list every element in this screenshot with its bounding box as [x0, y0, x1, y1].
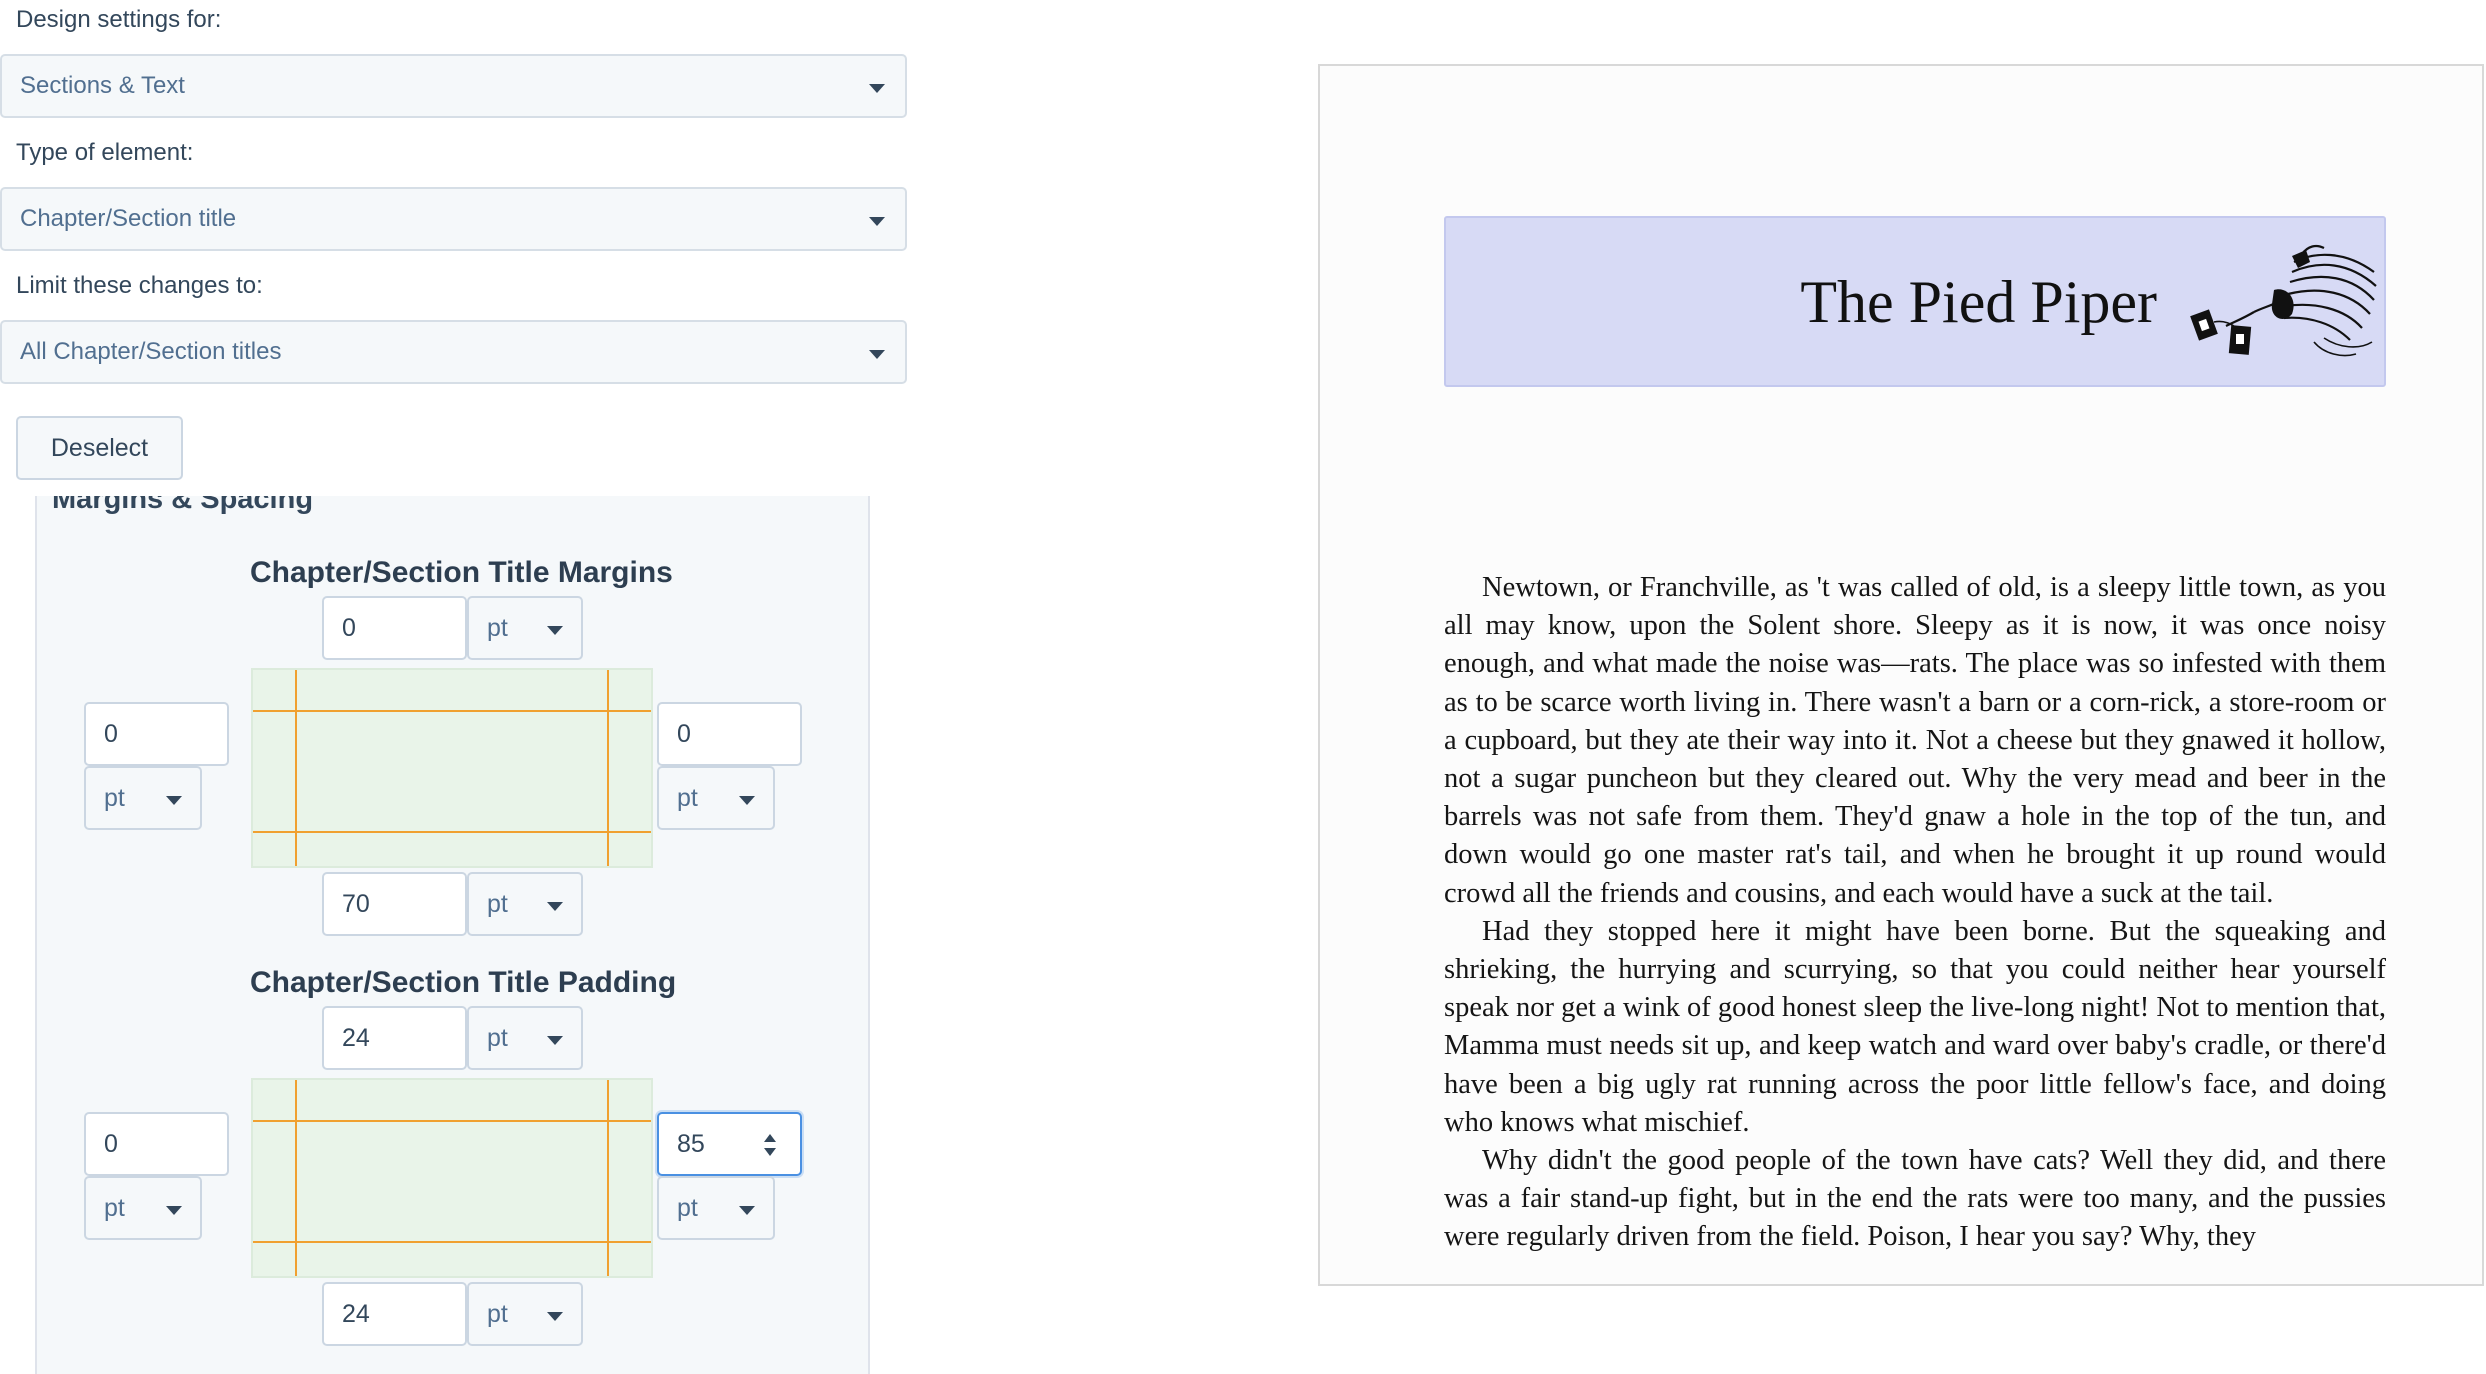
unit-value: pt [487, 1023, 508, 1052]
deselect-button[interactable]: Deselect [16, 416, 183, 480]
design-settings-value: Sections & Text [20, 72, 185, 99]
unit-value: pt [487, 613, 508, 642]
caret-down-icon [869, 217, 885, 226]
eagle-ornament-icon [2174, 242, 2384, 360]
chapter-title-box[interactable]: The Pied Piper [1444, 216, 2386, 387]
element-type-label: Type of element: [16, 139, 194, 166]
margins-diagram [251, 668, 653, 868]
margin-top-input[interactable]: 0 [322, 596, 467, 660]
padding-right-input[interactable]: 85 [657, 1112, 802, 1176]
caret-down-icon [547, 1036, 563, 1045]
margin-top-unit-select[interactable]: pt [467, 596, 583, 660]
stepper-icon[interactable] [762, 1130, 778, 1160]
padding-bottom-input[interactable]: 24 [322, 1282, 467, 1346]
padding-left-unit-select[interactable]: pt [84, 1176, 202, 1240]
margins-spacing-heading: Margins & Spacing [52, 496, 314, 515]
unit-value: pt [677, 783, 698, 812]
margin-top-value: 0 [342, 613, 356, 642]
unit-value: pt [104, 783, 125, 812]
chapter-title: The Pied Piper [1800, 269, 2157, 335]
unit-value: pt [487, 889, 508, 918]
caret-down-icon [166, 1206, 182, 1215]
padding-left-value: 0 [104, 1129, 118, 1158]
padding-top-value: 24 [342, 1023, 370, 1052]
margin-right-input[interactable]: 0 [657, 702, 802, 766]
padding-left-input[interactable]: 0 [84, 1112, 229, 1176]
padding-diagram [251, 1078, 653, 1278]
margin-bottom-value: 70 [342, 889, 370, 918]
design-settings-select[interactable]: Sections & Text [0, 54, 907, 118]
padding-bottom-value: 24 [342, 1299, 370, 1328]
padding-heading: Chapter/Section Title Padding [250, 966, 677, 999]
caret-down-icon [739, 1206, 755, 1215]
padding-bottom-unit-select[interactable]: pt [467, 1282, 583, 1346]
caret-down-icon [547, 902, 563, 911]
book-page-preview[interactable]: The Pied Piper Newtown, or Franchville, … [1318, 64, 2484, 1286]
limit-changes-select[interactable]: All Chapter/Section titles [0, 320, 907, 384]
unit-value: pt [677, 1193, 698, 1222]
limit-changes-value: All Chapter/Section titles [20, 338, 282, 365]
design-settings-label: Design settings for: [16, 6, 222, 33]
limit-changes-label: Limit these changes to: [16, 272, 263, 299]
body-paragraph: Why didn't the good people of the town h… [1444, 1145, 2386, 1253]
caret-down-icon [166, 796, 182, 805]
margins-spacing-viewport[interactable]: Margins & Spacing Chapter/Section Title … [0, 496, 910, 1374]
element-type-select[interactable]: Chapter/Section title [0, 187, 907, 251]
body-paragraph: Newtown, or Franchville, as 't was calle… [1444, 572, 2386, 909]
caret-down-icon [547, 626, 563, 635]
caret-down-icon [869, 350, 885, 359]
body-paragraph: Had they stopped here it might have been… [1444, 915, 2386, 1138]
chapter-body-text: Newtown, or Franchville, as 't was calle… [1444, 569, 2386, 1257]
caret-down-icon [547, 1312, 563, 1321]
margin-bottom-unit-select[interactable]: pt [467, 872, 583, 936]
padding-right-unit-select[interactable]: pt [657, 1176, 775, 1240]
margin-left-unit-select[interactable]: pt [84, 766, 202, 830]
padding-top-input[interactable]: 24 [322, 1006, 467, 1070]
margin-left-value: 0 [104, 719, 118, 748]
margin-left-input[interactable]: 0 [84, 702, 229, 766]
unit-value: pt [104, 1193, 125, 1222]
margin-right-unit-select[interactable]: pt [657, 766, 775, 830]
element-type-value: Chapter/Section title [20, 205, 237, 232]
caret-down-icon [869, 84, 885, 93]
margins-heading: Chapter/Section Title Margins [250, 556, 673, 589]
unit-value: pt [487, 1299, 508, 1328]
margin-bottom-input[interactable]: 70 [322, 872, 467, 936]
caret-down-icon [739, 796, 755, 805]
padding-top-unit-select[interactable]: pt [467, 1006, 583, 1070]
margin-right-value: 0 [677, 719, 691, 748]
padding-right-value: 85 [677, 1129, 705, 1158]
